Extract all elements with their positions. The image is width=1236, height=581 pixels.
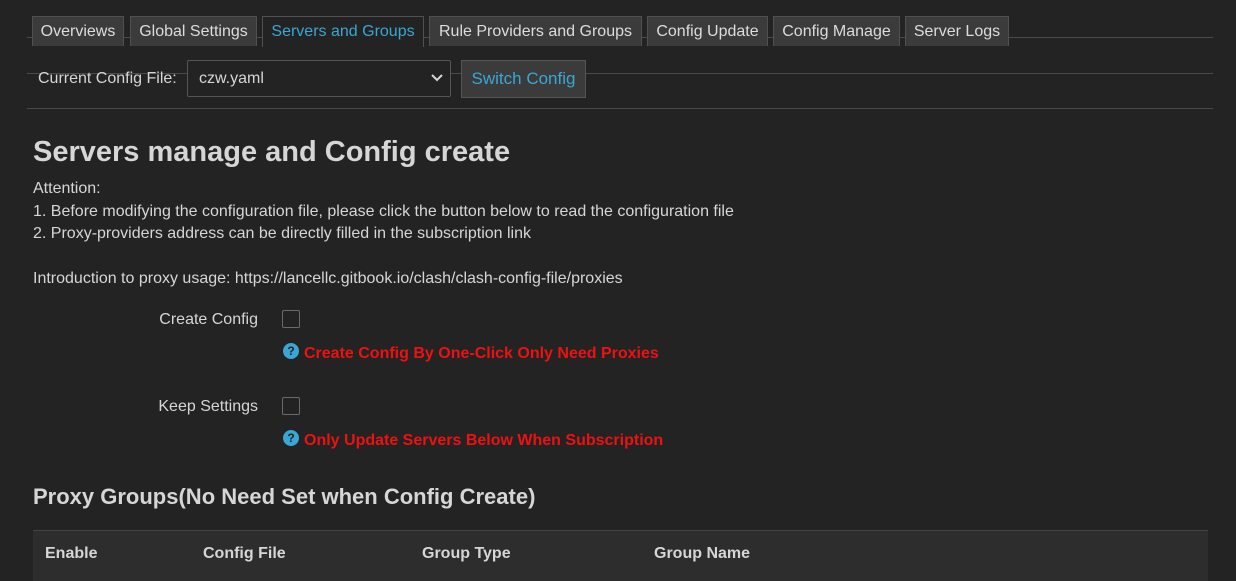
keep-settings-label: Keep Settings — [158, 398, 258, 415]
tab-global-settings[interactable]: Global Settings — [130, 16, 257, 46]
tab-server-logs[interactable]: Server Logs — [905, 16, 1009, 46]
create-config-hint: Create Config By One-Click Only Need Pro… — [304, 345, 659, 362]
create-config-checkbox[interactable] — [282, 310, 300, 328]
help-icon: ? — [283, 343, 299, 359]
config-file-select[interactable]: czw.yaml — [187, 60, 451, 97]
tab-overviews[interactable]: Overviews — [32, 16, 124, 46]
page-title: Servers manage and Config create — [33, 136, 511, 168]
note-line-1: 1. Before modifying the configuration fi… — [33, 202, 734, 220]
create-config-label: Create Config — [159, 311, 258, 328]
divider — [27, 108, 1213, 109]
tab-config-manage[interactable]: Config Manage — [773, 16, 900, 46]
tab-bar: Overviews Global Settings Servers and Gr… — [27, 16, 1213, 47]
proxy-usage-intro: Introduction to proxy usage: https://lan… — [33, 269, 623, 287]
switch-config-button[interactable]: Switch Config — [461, 60, 586, 98]
column-header-group-name: Group Name — [654, 545, 751, 562]
column-header-group-type: Group Type — [422, 545, 511, 562]
keep-settings-checkbox[interactable] — [282, 397, 300, 415]
proxy-groups-title: Proxy Groups(No Need Set when Config Cre… — [33, 484, 536, 509]
keep-settings-hint: Only Update Servers Below When Subscript… — [304, 432, 664, 449]
attention-notes: Attention: 1. Before modifying the confi… — [33, 178, 734, 290]
tab-config-update[interactable]: Config Update — [647, 16, 768, 46]
note-line-2: 2. Proxy-providers address can be direct… — [33, 225, 532, 242]
column-header-config-file: Config File — [203, 545, 286, 562]
column-header-enable: Enable — [45, 545, 98, 562]
help-icon: ? — [283, 430, 299, 446]
chevron-down-icon — [431, 74, 443, 82]
config-file-value: czw.yaml — [199, 70, 264, 87]
current-config-label: Current Config File: — [38, 70, 177, 87]
tab-servers-and-groups[interactable]: Servers and Groups — [262, 16, 424, 47]
proxy-groups-table-header: Enable Config File Group Type Group Name — [33, 530, 1208, 581]
tab-rule-providers-and-groups[interactable]: Rule Providers and Groups — [429, 16, 642, 46]
attention-heading: Attention: — [33, 180, 101, 197]
